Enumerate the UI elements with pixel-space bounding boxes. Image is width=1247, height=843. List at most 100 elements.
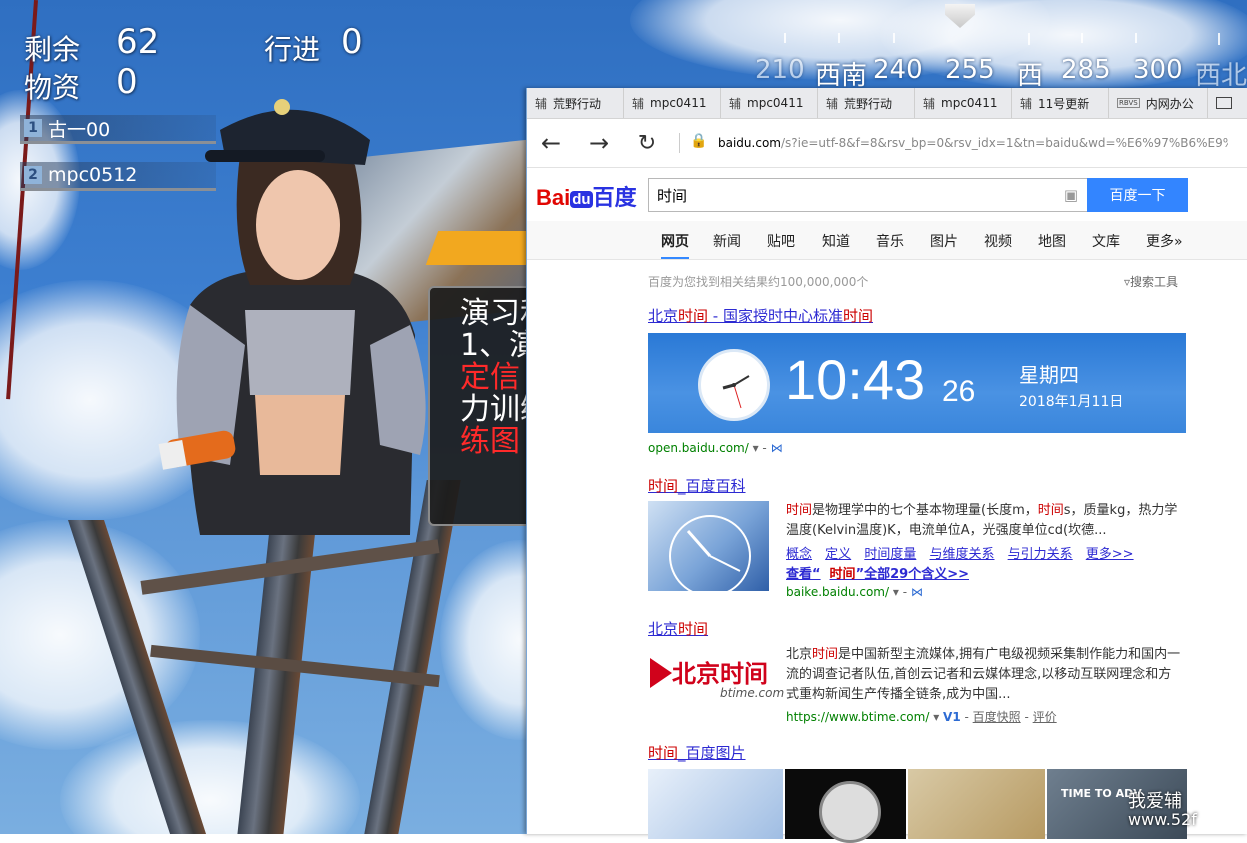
url-field[interactable]: baidu.com/s?ie=utf-8&f=8&rsv_bp=0&rsv_id… — [718, 136, 1228, 150]
search-input[interactable]: 时间 ▣ — [648, 178, 1090, 212]
browser-tab[interactable]: 辅荒野行动 — [527, 88, 624, 118]
result-title-link[interactable]: 北京时间 — [648, 618, 708, 639]
search-tools-button[interactable]: ▿搜索工具 — [1124, 273, 1178, 290]
tab-favicon-icon: RBVS — [1117, 98, 1140, 108]
supplies-count: 0 — [116, 62, 138, 102]
tab-map[interactable]: 地图 — [1038, 231, 1066, 251]
tab-favicon-icon: 辅 — [923, 96, 936, 111]
tab-wenku[interactable]: 文库 — [1092, 231, 1120, 251]
teammate-name: mpc0512 — [48, 164, 138, 186]
lock-icon: 🔒 — [679, 133, 707, 153]
compass-heading: 285 — [1061, 55, 1111, 85]
tab-favicon-icon: 辅 — [1020, 96, 1033, 111]
remaining-count: 62 — [116, 22, 160, 62]
tab-more[interactable]: 更多» — [1146, 231, 1183, 251]
refresh-button[interactable]: ↻ — [623, 119, 671, 167]
result-snippet: 北京时间是中国新型主流媒体,拥有广电级视频采集制作能力和国内一 流的调查记者队伍… — [786, 647, 1181, 702]
compass-heading: 240 — [873, 55, 923, 85]
character-portrait — [158, 99, 426, 535]
tab-zhidao[interactable]: 知道 — [822, 231, 850, 251]
result-title-link[interactable]: 北京时间 - 国家授时中心标准时间 — [648, 305, 873, 326]
all-meanings-link[interactable]: 查看“ 时间”全部29个含义>> — [786, 563, 978, 582]
image-thumbnail[interactable] — [785, 769, 906, 843]
v1-badge: V1 — [943, 710, 961, 724]
compass-tick — [1135, 33, 1137, 43]
tab-images[interactable]: 图片 — [930, 231, 958, 251]
btime-logo[interactable]: 北京时间 btime.com — [648, 646, 784, 718]
dialog-header-tab — [425, 231, 539, 265]
image-thumbnail[interactable] — [908, 769, 1045, 839]
tab-favicon-icon: 辅 — [729, 96, 742, 111]
analog-clock-icon — [698, 349, 770, 421]
result-count: 百度为您找到相关结果约100,000,000个 — [648, 275, 869, 289]
tab-favicon-icon: 辅 — [826, 96, 839, 111]
sublink-definition[interactable]: 定义 — [825, 547, 851, 562]
tab-title: 荒野行动 — [553, 96, 602, 111]
compass-tick — [893, 33, 895, 43]
browser-tab[interactable]: 辅 mpc0411 — [624, 88, 721, 118]
result-title-link[interactable]: 时间_百度图片 — [648, 742, 746, 763]
browser-tab[interactable]: 辅 mpc0411 — [721, 88, 818, 118]
compass-tick — [1028, 33, 1030, 45]
sublink-more[interactable]: 更多>> — [1086, 547, 1134, 562]
tab-title: 荒野行动 — [844, 96, 893, 111]
tab-bar: 辅荒野行动 辅 mpc0411 辅 mpc0411 辅荒野行动 辅 mpc0411 辅… — [527, 88, 1247, 119]
compass-heading: 西南 — [815, 61, 868, 91]
clock-widget[interactable]: 10:43 26 星期四 2018年1月11日 — [648, 333, 1186, 433]
browser-window: 辅荒野行动 辅 mpc0411 辅 mpc0411 辅荒野行动 辅 mpc0411 辅… — [526, 88, 1247, 843]
sublink-measure[interactable]: 时间度量 — [864, 547, 916, 562]
teammate-row: 2 mpc0512 — [20, 162, 216, 191]
compass-heading: 210 — [755, 55, 805, 85]
browser-tab[interactable]: 辅 mpc0411 — [915, 88, 1012, 118]
current-seconds: 26 — [942, 375, 976, 408]
compass-heading: 255 — [945, 55, 995, 85]
sublink-concept[interactable]: 概念 — [786, 547, 812, 562]
compass-heading: 西 — [1017, 61, 1044, 91]
dialog-line: 力训练 — [460, 392, 542, 427]
march-count: 0 — [341, 22, 363, 62]
compass-heading: 西北 — [1195, 61, 1247, 91]
dialog-line: 1、演 — [460, 328, 540, 363]
result-url: open.baidu.com/ ▾ - ⋈ — [648, 441, 783, 455]
image-thumbnail[interactable] — [648, 769, 783, 839]
remaining-label: 剩余 — [24, 33, 81, 66]
dialog-line: 练图 — [460, 424, 520, 459]
browser-tab[interactable]: 辅荒野行动 — [818, 88, 915, 118]
compass-tick — [1218, 33, 1220, 45]
browser-tab[interactable]: 辅 11号更新 — [1012, 88, 1109, 118]
tab-tieba[interactable]: 贴吧 — [767, 231, 795, 251]
site-watermark-url: www.52f — [1128, 810, 1197, 829]
back-button[interactable]: ← — [527, 119, 575, 167]
encyclopedia-thumbnail[interactable] — [648, 501, 769, 597]
result-sublinks: 概念 定义 时间度量 与维度关系 与引力关系 更多>> — [786, 543, 1143, 562]
tab-news[interactable]: 新闻 — [713, 231, 741, 251]
compass-tick — [1081, 33, 1083, 43]
sublink-dimension[interactable]: 与维度关系 — [929, 547, 994, 562]
sublink-gravity[interactable]: 与引力关系 — [1008, 547, 1073, 562]
tab-music[interactable]: 音乐 — [876, 231, 904, 251]
forward-button[interactable]: → — [575, 119, 623, 167]
result-title-link[interactable]: 时间_百度百科 — [648, 475, 746, 496]
search-query: 时间 — [657, 186, 688, 205]
compass-tick — [838, 33, 840, 43]
review-link[interactable]: 评价 — [1033, 710, 1057, 724]
teammate-index: 1 — [24, 119, 42, 137]
current-weekday: 星期四 — [1019, 363, 1079, 387]
browser-tab[interactable]: RBVS 内网办公 — [1109, 88, 1208, 118]
current-time: 10:43 — [785, 348, 926, 411]
compass-tick — [784, 33, 786, 43]
cache-link[interactable]: 百度快照 — [973, 710, 1021, 724]
search-button[interactable]: 百度一下 — [1087, 178, 1188, 212]
tab-webpage[interactable]: 网页 — [661, 231, 689, 259]
camera-icon[interactable]: ▣ — [1053, 186, 1089, 204]
tab-title: mpc0411 — [747, 96, 804, 110]
result-url: baike.baidu.com/ ▾ - ⋈ — [786, 585, 923, 599]
tab-favicon-icon: 辅 — [632, 96, 645, 111]
current-date: 2018年1月11日 — [1019, 394, 1124, 410]
result-snippet: 时间是物理学中的七个基本物理量(长度m，时间s，质量kg，热力学 温度(Kelv… — [786, 503, 1178, 538]
teammate-index: 2 — [24, 166, 42, 184]
march-label: 行进 — [264, 33, 321, 66]
tab-video[interactable]: 视频 — [984, 231, 1012, 251]
tab-title: mpc0411 — [650, 96, 707, 110]
tab-overview-icon[interactable] — [1216, 97, 1232, 109]
